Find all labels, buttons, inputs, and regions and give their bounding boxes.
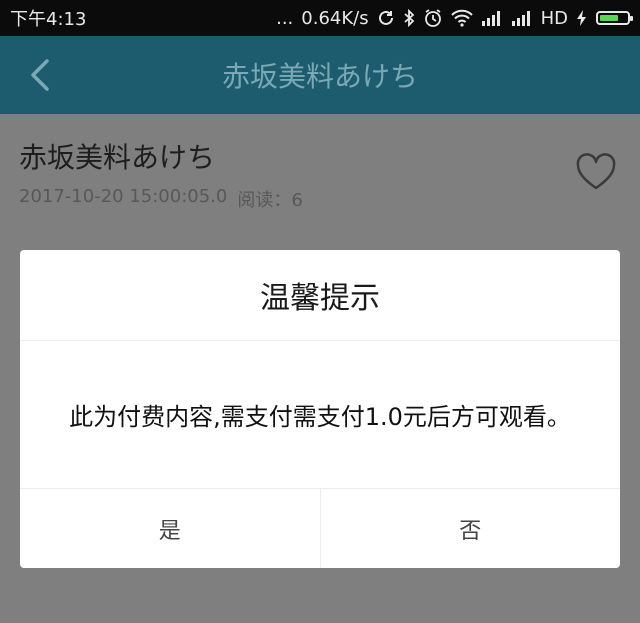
article-date: 2017-10-20 15:00:05.0 (19, 186, 228, 207)
dialog-title: 温馨提示 (20, 250, 620, 341)
dialog-message: 此为付费内容,需支付需支付1.0元后方可观看。 (20, 341, 620, 489)
signal-icon-1 (481, 8, 503, 28)
read-count: 阅读：6 (237, 190, 303, 211)
battery-icon (596, 11, 633, 25)
status-right: ... 0.64K/s HD (276, 7, 633, 29)
yes-button[interactable]: 是 (20, 489, 320, 568)
signal-icon-2 (511, 8, 533, 28)
payment-dialog: 温馨提示 此为付费内容,需支付需支付1.0元后方可观看。 是 否 (20, 250, 620, 568)
back-button[interactable] (20, 54, 60, 96)
chevron-left-icon (31, 59, 49, 91)
no-button[interactable]: 否 (319, 489, 621, 568)
page-title: 赤坂美料あけち (221, 60, 418, 93)
network-speed: 0.64K/s (301, 7, 369, 29)
network-type: HD (540, 7, 568, 29)
sync-icon (377, 8, 395, 28)
status-bar: 下午4:13 ... 0.64K/s HD (0, 0, 640, 36)
app-bar: 赤坂美料あけち (0, 36, 640, 114)
dialog-buttons: 是 否 (20, 489, 620, 568)
status-dots: ... (276, 7, 294, 29)
charging-icon (576, 8, 588, 28)
bluetooth-icon (403, 8, 415, 28)
favorite-button[interactable] (574, 150, 618, 194)
status-time: 下午4:13 (10, 9, 87, 30)
article-meta: 2017-10-20 15:00:05.0 阅读：6 (19, 186, 303, 212)
alarm-icon (423, 8, 443, 28)
heart-icon (576, 153, 616, 190)
article-title: 赤坂美料あけち (19, 141, 216, 174)
wifi-icon (450, 8, 473, 28)
